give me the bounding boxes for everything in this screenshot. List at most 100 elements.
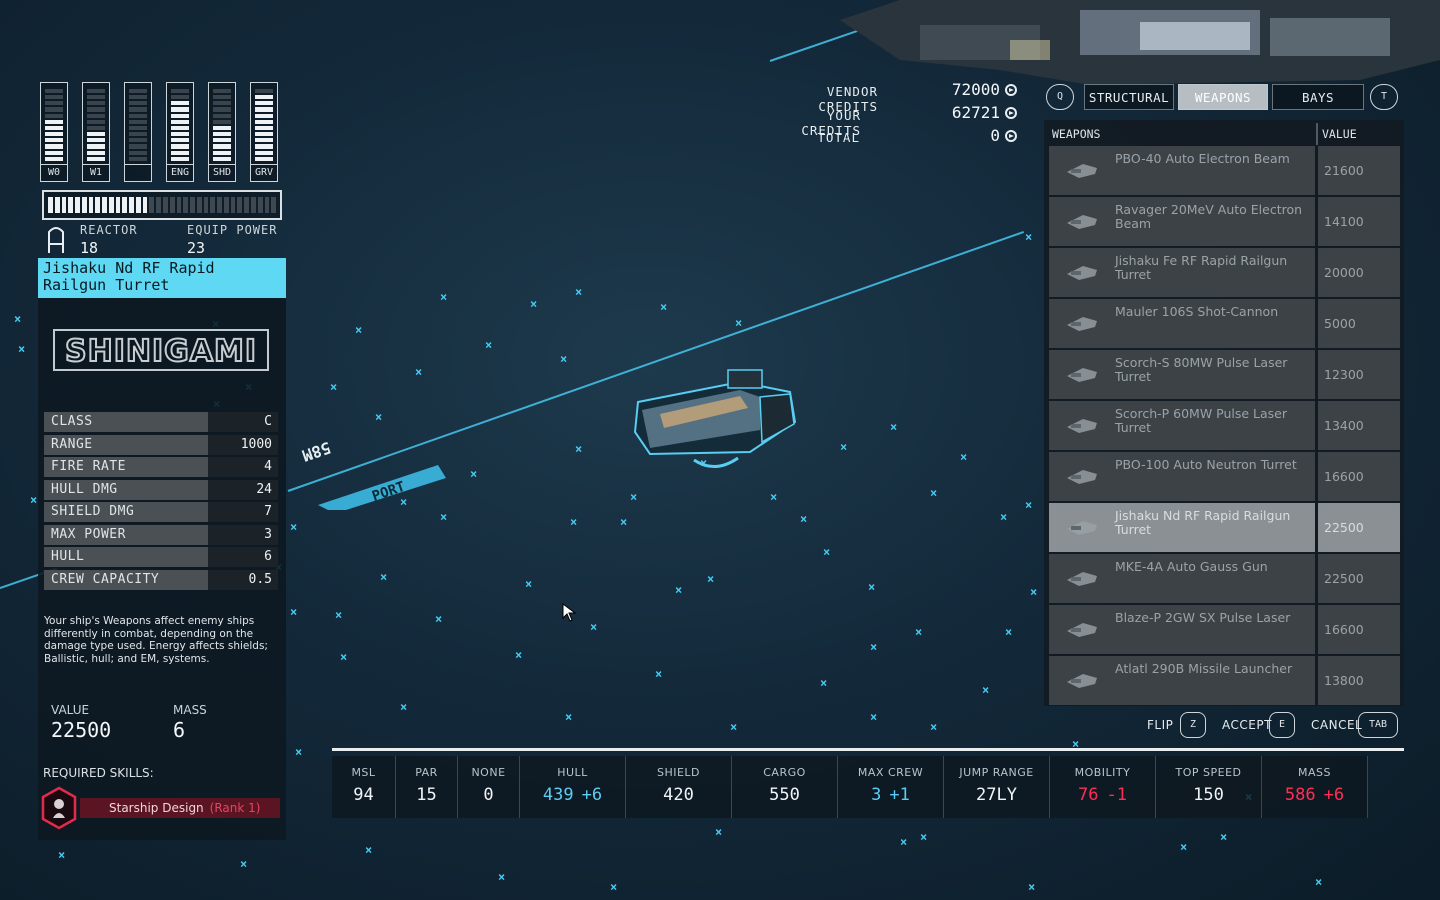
stat-name: MAX POWER (51, 526, 126, 542)
grid-marker: × (920, 830, 928, 844)
tab-structural[interactable]: STRUCTURAL (1084, 84, 1174, 110)
weapon-thumbnail-icon (1067, 317, 1097, 331)
weapon-value: 13800 (1324, 673, 1364, 688)
weapon-list-item[interactable]: MKE-4A Auto Gauss Gun 22500 (1049, 554, 1400, 603)
grid-marker: × (1180, 840, 1188, 854)
weapons-list: WEAPONS VALUE PBO-40 Auto Electron Beam 2… (1044, 120, 1404, 706)
ship-stat-value: 439 +6 (520, 785, 625, 805)
ship-stat-label: CARGO (763, 766, 806, 779)
column-weapons: WEAPONS (1052, 127, 1101, 141)
weapon-name: Blaze-P 2GW SX Pulse Laser (1115, 610, 1291, 625)
accept-button[interactable]: E (1269, 712, 1295, 738)
weapon-name-cell: Atlatl 290B Missile Launcher (1049, 656, 1315, 705)
power-level (129, 88, 147, 161)
weapons-list-header: WEAPONS VALUE (1046, 123, 1402, 145)
grid-marker: × (960, 450, 968, 464)
grid-marker: × (982, 683, 990, 697)
weapon-list-item[interactable]: Scorch-P 60MW Pulse Laser Turret 13400 (1049, 401, 1400, 450)
vendor-credits-value: 72000 (951, 80, 1000, 99)
weapon-name-cell: Scorch-S 80MW Pulse Laser Turret (1049, 350, 1315, 399)
column-value: VALUE (1322, 127, 1357, 141)
tab-weapons[interactable]: WEAPONS (1178, 84, 1268, 110)
mass-label: MASS (173, 703, 207, 717)
weapon-value: 14100 (1324, 214, 1364, 229)
grid-marker: × (1315, 875, 1323, 889)
stat-name: RANGE (51, 436, 93, 452)
weapon-list-item[interactable]: Mauler 106S Shot-Cannon 5000 (1049, 299, 1400, 348)
weapon-value-cell: 5000 (1318, 299, 1400, 348)
power-bar[interactable]: GRV (250, 82, 278, 182)
grid-marker: × (575, 285, 583, 299)
skill-rank: (Rank 1) (209, 801, 261, 815)
power-bar[interactable]: SHD (208, 82, 236, 182)
ship-stat-number: 0 (483, 785, 494, 805)
stat-row: SHIELD DMG 7 (44, 502, 278, 522)
stat-value: 1000 (208, 434, 278, 455)
ship-stat: JUMP RANGE 27LY (944, 756, 1050, 818)
grid-marker: × (675, 583, 683, 597)
item-stats-table: CLASS C RANGE 1000 FIRE RATE 4 HULL DMG 24 SHIEL… (44, 412, 278, 592)
weapon-value-cell: 22500 (1318, 554, 1400, 603)
weapon-list-item[interactable]: Ravager 20MeV Auto Electron Beam 14100 (1049, 197, 1400, 246)
stat-value: C (208, 412, 278, 432)
ship-stat-value: 94 (332, 785, 395, 805)
weapon-description: Your ship's Weapons affect enemy ships d… (44, 615, 268, 665)
weapon-value-cell: 22500 (1318, 503, 1400, 552)
weapon-list-item[interactable]: Scorch-S 80MW Pulse Laser Turret 12300 (1049, 350, 1400, 399)
grid-marker: × (335, 608, 343, 622)
power-bar[interactable]: ENG (166, 82, 194, 182)
weapon-thumbnail-icon (1067, 215, 1097, 229)
tab-prev-key[interactable]: Q (1046, 84, 1074, 110)
weapon-value-cell: 20000 (1318, 248, 1400, 297)
ship-stat-label: NONE (471, 766, 506, 779)
power-bar-label: SHD (209, 164, 235, 181)
grid-marker: × (610, 880, 618, 894)
weapon-value-cell: 21600 (1318, 146, 1400, 195)
weapon-name-cell: PBO-40 Auto Electron Beam (1049, 146, 1315, 195)
weapon-list-item[interactable]: PBO-100 Auto Neutron Turret 16600 (1049, 452, 1400, 501)
weapon-name: Scorch-P 60MW Pulse Laser Turret (1115, 406, 1288, 435)
reactor-label: REACTOR (80, 223, 138, 237)
required-skills-label: REQUIRED SKILLS: (43, 766, 154, 780)
ship-stat-number: 27LY (976, 785, 1017, 805)
weapon-name-cell: Ravager 20MeV Auto Electron Beam (1049, 197, 1315, 246)
your-credits-value: 62721 (951, 103, 1000, 122)
manufacturer-logo: SHINIGAMI (53, 329, 269, 371)
flip-button[interactable]: Z (1180, 712, 1206, 738)
grid-marker: × (800, 512, 808, 526)
stats-divider (332, 748, 1404, 751)
stat-name: FIRE RATE (51, 459, 126, 474)
weapon-list-item[interactable]: PBO-40 Auto Electron Beam 21600 (1049, 146, 1400, 195)
tab-next-key[interactable]: T (1370, 84, 1398, 110)
weapon-value-cell: 13400 (1318, 401, 1400, 450)
cancel-button[interactable]: TAB (1358, 712, 1398, 738)
power-bar[interactable]: W0 (40, 82, 68, 182)
grid-marker: × (890, 420, 898, 434)
weapon-name: Scorch-S 80MW Pulse Laser Turret (1115, 355, 1288, 384)
grid-marker: × (870, 710, 878, 724)
grid-marker: × (620, 515, 628, 529)
stat-name: SHIELD DMG (51, 504, 135, 519)
tab-bays[interactable]: BAYS (1272, 84, 1364, 110)
weapon-value-cell: 16600 (1318, 605, 1400, 654)
weapon-list-item[interactable]: Atlatl 290B Missile Launcher 13800 (1049, 656, 1400, 705)
ship-stat-number: 94 (353, 785, 374, 805)
weapon-list-item[interactable]: Jishaku Fe RF Rapid Railgun Turret 20000 (1049, 248, 1400, 297)
ship-stat: MOBILITY 76 -1 (1050, 756, 1156, 818)
power-bar[interactable] (124, 82, 152, 182)
stat-value: 3 (208, 524, 278, 545)
grid-marker: × (660, 300, 668, 314)
weapon-value-cell: 13800 (1318, 656, 1400, 705)
grid-marker: × (840, 440, 848, 454)
grid-marker: × (355, 323, 363, 337)
ship-stat: MSL 94 (332, 756, 396, 818)
weapon-list-item[interactable]: Jishaku Nd RF Rapid Railgun Turret 22500 (1049, 503, 1400, 552)
weapon-thumbnail-icon (1067, 419, 1097, 433)
ship-stat: PAR 15 (396, 756, 458, 818)
ship-stat-value: 0 (458, 785, 519, 805)
grid-marker: × (930, 720, 938, 734)
weapon-model[interactable] (630, 362, 800, 480)
power-bar[interactable]: W1 (82, 82, 110, 182)
weapon-list-item[interactable]: Blaze-P 2GW SX Pulse Laser 16600 (1049, 605, 1400, 654)
grid-marker: × (525, 577, 533, 591)
